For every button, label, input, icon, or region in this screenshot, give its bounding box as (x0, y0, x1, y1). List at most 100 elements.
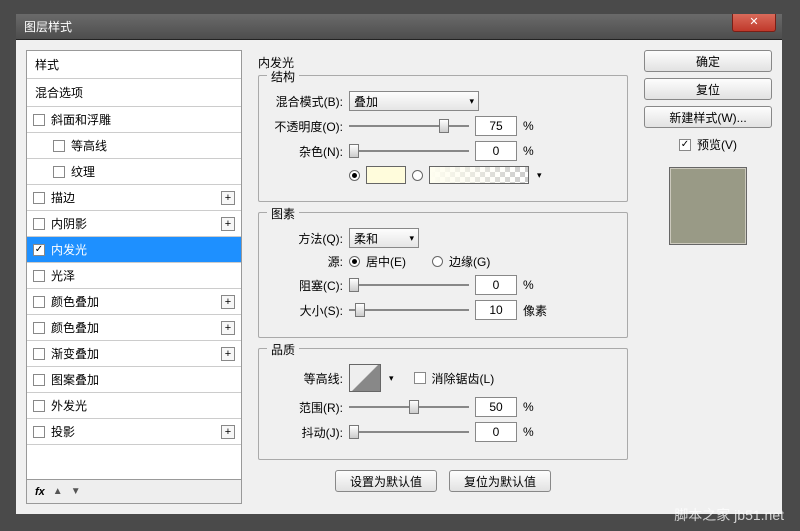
source-edge-radio[interactable] (432, 256, 443, 267)
ok-button[interactable]: 确定 (644, 50, 772, 72)
sidebar-item-3[interactable]: 描边+ (27, 185, 241, 211)
color-swatch[interactable] (366, 166, 406, 184)
quality-legend: 品质 (267, 341, 299, 358)
close-button[interactable]: ✕ (732, 14, 776, 32)
noise-slider[interactable] (349, 143, 469, 159)
noise-unit: % (523, 144, 547, 158)
sidebar-checkbox[interactable] (33, 426, 45, 438)
opacity-unit: % (523, 119, 547, 133)
sidebar-item-4[interactable]: 内阴影 + (27, 211, 241, 237)
sidebar-item-label: 外发光 (51, 397, 87, 414)
sidebar-footer: fx ▲ ▼ (27, 479, 241, 503)
choke-unit: % (523, 278, 547, 292)
sidebar-checkbox[interactable] (33, 270, 45, 282)
sidebar-checkbox[interactable] (33, 322, 45, 334)
sidebar-checkbox[interactable] (33, 374, 45, 386)
chevron-down-icon[interactable]: ▾ (389, 373, 394, 384)
sidebar-checkbox[interactable] (33, 244, 45, 256)
sidebar-item-8[interactable]: 颜色叠加 + (27, 315, 241, 341)
sidebar-checkbox[interactable] (33, 348, 45, 360)
noise-input[interactable]: 0 (475, 141, 517, 161)
range-slider[interactable] (349, 399, 469, 415)
sidebar-checkbox[interactable] (33, 400, 45, 412)
technique-select[interactable]: 柔和▾ (349, 228, 419, 248)
settings-panel: 内发光 结构 混合模式(B): 叠加▾ 不透明度(O): 75 % 杂色(N): (250, 50, 636, 504)
reset-button[interactable]: 复位 (644, 78, 772, 100)
sidebar-item-1[interactable]: 等高线 (27, 133, 241, 159)
watermark: 脚本之家 jb51.net (674, 505, 784, 525)
choke-slider[interactable] (349, 277, 469, 293)
contour-picker[interactable] (349, 364, 381, 392)
chevron-down-icon[interactable]: ▾ (537, 170, 542, 181)
sidebar-checkbox[interactable] (53, 140, 65, 152)
sidebar-item-12[interactable]: 投影 + (27, 419, 241, 445)
sidebar-item-label: 投影 (51, 423, 75, 440)
sidebar-item-6[interactable]: 光泽 (27, 263, 241, 289)
reset-default-button[interactable]: 复位为默认值 (449, 470, 551, 492)
plus-icon[interactable]: + (221, 347, 235, 361)
source-edge-label: 边缘(G) (449, 253, 490, 270)
sidebar-item-10[interactable]: 图案叠加 (27, 367, 241, 393)
sidebar-checkbox[interactable] (33, 218, 45, 230)
blend-mode-select[interactable]: 叠加▾ (349, 91, 479, 111)
sidebar-checkbox[interactable] (33, 296, 45, 308)
plus-icon[interactable]: + (221, 321, 235, 335)
size-input[interactable]: 10 (475, 300, 517, 320)
opacity-slider[interactable] (349, 118, 469, 134)
quality-group: 品质 等高线: ▾ 消除锯齿(L) 范围(R): 50 % 抖动(J): (258, 348, 628, 460)
range-label: 范围(R): (271, 399, 343, 416)
opacity-input[interactable]: 75 (475, 116, 517, 136)
sidebar-item-11[interactable]: 外发光 (27, 393, 241, 419)
arrow-down-icon[interactable]: ▼ (71, 486, 81, 497)
arrow-up-icon[interactable]: ▲ (53, 486, 63, 497)
sidebar-item-label: 纹理 (71, 163, 95, 180)
sidebar-checkbox[interactable] (33, 192, 45, 204)
gradient-radio[interactable] (412, 170, 423, 181)
preview-label: 预览(V) (697, 136, 737, 153)
sidebar-item-label: 等高线 (71, 137, 107, 154)
jitter-label: 抖动(J): (271, 424, 343, 441)
preview-checkbox[interactable] (679, 139, 691, 151)
gradient-picker[interactable] (429, 166, 529, 184)
sidebar-item-5[interactable]: 内发光 (27, 237, 241, 263)
elements-group: 图素 方法(Q): 柔和▾ 源: 居中(E) 边缘(G) 阻塞(C): (258, 212, 628, 338)
choke-input[interactable]: 0 (475, 275, 517, 295)
sidebar-item-label: 颜色叠加 (51, 319, 99, 336)
jitter-input[interactable]: 0 (475, 422, 517, 442)
jitter-slider[interactable] (349, 424, 469, 440)
plus-icon[interactable]: + (221, 425, 235, 439)
antialias-label: 消除锯齿(L) (432, 370, 495, 387)
sidebar-item-2[interactable]: 纹理 (27, 159, 241, 185)
sidebar-item-9[interactable]: 渐变叠加+ (27, 341, 241, 367)
plus-icon[interactable]: + (221, 191, 235, 205)
elements-legend: 图素 (267, 205, 299, 222)
sidebar-item-label: 斜面和浮雕 (51, 111, 111, 128)
new-style-button[interactable]: 新建样式(W)... (644, 106, 772, 128)
color-radio[interactable] (349, 170, 360, 181)
sidebar-header-blending[interactable]: 混合选项 (27, 79, 241, 107)
source-label: 源: (271, 253, 343, 270)
range-input[interactable]: 50 (475, 397, 517, 417)
make-default-button[interactable]: 设置为默认值 (335, 470, 437, 492)
plus-icon[interactable]: + (221, 295, 235, 309)
blend-mode-label: 混合模式(B): (271, 93, 343, 110)
jitter-unit: % (523, 425, 547, 439)
fx-icon[interactable]: fx (35, 486, 45, 498)
size-slider[interactable] (349, 302, 469, 318)
sidebar-item-label: 图案叠加 (51, 371, 99, 388)
sidebar-checkbox[interactable] (33, 114, 45, 126)
sidebar-checkbox[interactable] (53, 166, 65, 178)
styles-sidebar: 样式 混合选项 斜面和浮雕等高线纹理描边+内阴影+内发光光泽颜色叠加+颜色叠加+… (26, 50, 242, 504)
choke-label: 阻塞(C): (271, 277, 343, 294)
noise-label: 杂色(N): (271, 143, 343, 160)
sidebar-item-7[interactable]: 颜色叠加+ (27, 289, 241, 315)
antialias-checkbox[interactable] (414, 372, 426, 384)
preview-swatch (669, 167, 747, 245)
source-center-radio[interactable] (349, 256, 360, 267)
sidebar-item-0[interactable]: 斜面和浮雕 (27, 107, 241, 133)
source-center-label: 居中(E) (366, 253, 406, 270)
chevron-down-icon: ▾ (409, 233, 414, 244)
sidebar-header-styles[interactable]: 样式 (27, 51, 241, 79)
plus-icon[interactable]: + (221, 217, 235, 231)
sidebar-item-label: 内阴影 (51, 215, 87, 232)
